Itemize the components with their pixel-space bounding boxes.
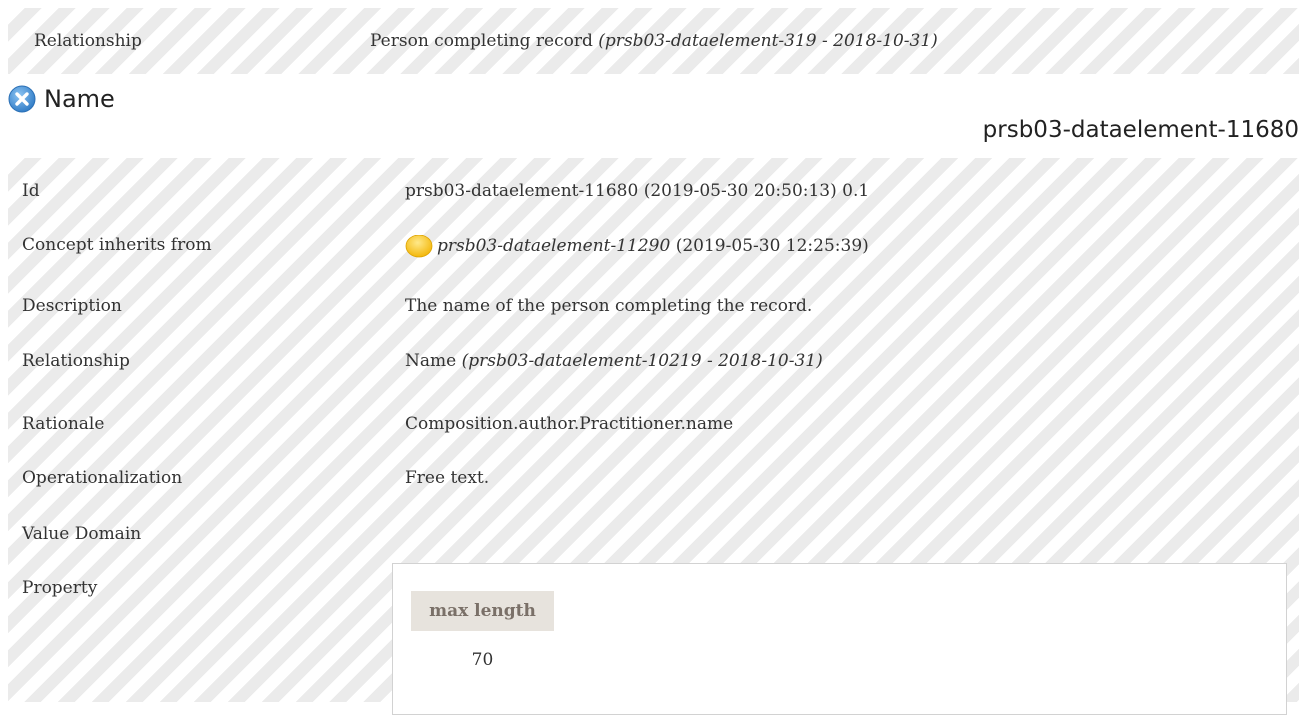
status-yellow-dot-icon xyxy=(405,235,433,258)
id-label: Id xyxy=(22,181,40,201)
relationship-row-label: Relationship xyxy=(22,351,130,371)
description-value: The name of the person completing the re… xyxy=(405,296,813,316)
property-label: Property xyxy=(22,578,98,598)
section-identifier: prsb03-dataelement-11680 xyxy=(982,117,1299,143)
rationale-label: Rationale xyxy=(22,414,105,434)
close-circle-icon[interactable] xyxy=(8,85,36,113)
operationalization-value: Free text. xyxy=(405,468,490,488)
property-value-max-length: 70 xyxy=(471,650,494,670)
relationship-row-value: Name (prsb03-dataelement-10219 - 2018-10… xyxy=(405,351,823,371)
inherits-value: prsb03-dataelement-11290 (2019-05-30 12:… xyxy=(405,235,869,259)
property-header-max-length: max length xyxy=(411,591,554,631)
id-value: prsb03-dataelement-11680 (2019-05-30 20:… xyxy=(405,181,870,201)
property-table: max length 70 xyxy=(392,563,1287,715)
relationship-value-text: Person completing record xyxy=(370,31,599,51)
inherits-link[interactable]: prsb03-dataelement-11290 xyxy=(437,236,670,256)
value-domain-label: Value Domain xyxy=(22,524,142,544)
inherits-date: (2019-05-30 12:25:39) xyxy=(670,236,869,256)
rationale-value: Composition.author.Practitioner.name xyxy=(405,414,734,434)
section-heading: Name xyxy=(8,82,115,116)
relationship-ref: (prsb03-dataelement-319 - 2018-10-31) xyxy=(598,31,938,51)
relationship-row-text: Name xyxy=(405,351,462,371)
inherits-label: Concept inherits from xyxy=(22,235,212,255)
relationship-row-ref: (prsb03-dataelement-10219 - 2018-10-31) xyxy=(461,351,823,371)
relationship-band: Relationship Person completing record (p… xyxy=(8,8,1299,74)
relationship-value: Person completing record (prsb03-dataele… xyxy=(370,31,938,51)
operationalization-label: Operationalization xyxy=(22,468,183,488)
section-title: Name xyxy=(44,85,115,113)
relationship-label: Relationship xyxy=(34,31,142,51)
details-band: Id prsb03-dataelement-11680 (2019-05-30 … xyxy=(8,158,1299,715)
description-label: Description xyxy=(22,296,122,316)
